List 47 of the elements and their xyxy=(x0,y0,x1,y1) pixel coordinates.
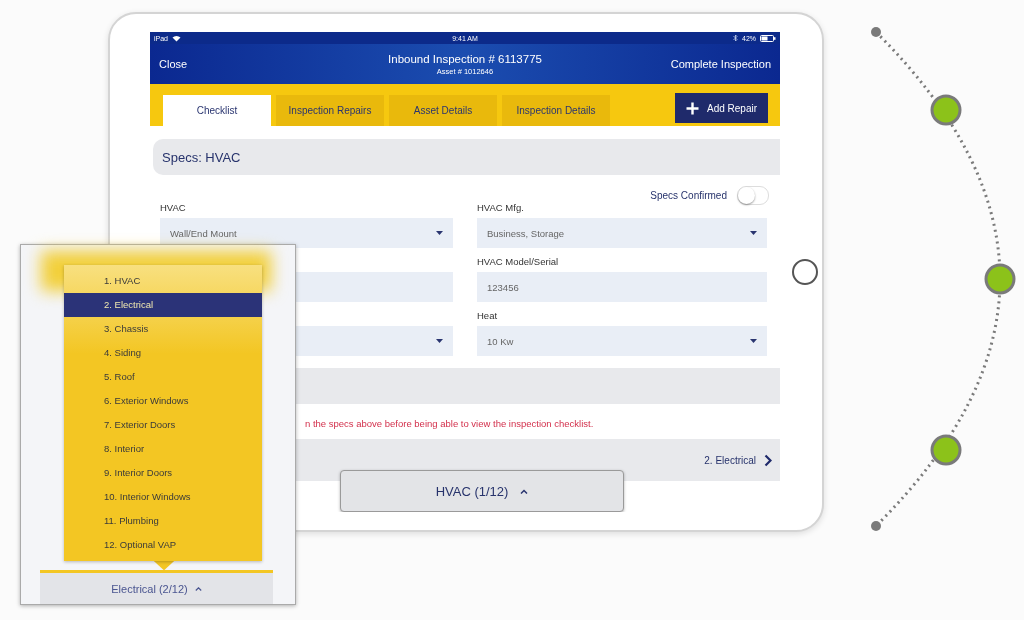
field-label: HVAC xyxy=(160,202,187,214)
caret-icon xyxy=(436,339,443,343)
battery-icon xyxy=(760,34,776,42)
section-picker-button[interactable]: Electrical (2/12) xyxy=(40,570,273,604)
menu-item[interactable]: 10. Interior Windows xyxy=(64,485,262,509)
field-label: HVAC Model/Serial xyxy=(477,256,560,268)
dropdown-field[interactable]: Business, Storage xyxy=(477,218,767,248)
menu-pointer-icon xyxy=(152,561,176,571)
field-label: Heat xyxy=(477,310,499,322)
complete-inspection-link[interactable]: Complete Inspection xyxy=(651,58,771,70)
menu-item[interactable]: 3. Chassis xyxy=(64,317,262,341)
add-repair-button[interactable]: Add Repair xyxy=(675,93,768,123)
menu-item[interactable]: 5. Roof xyxy=(64,365,262,389)
section-picker-button[interactable]: HVAC (1/12) xyxy=(340,470,624,512)
menu-item[interactable]: 6. Exterior Windows xyxy=(64,389,262,413)
bluetooth-icon xyxy=(733,34,738,42)
toggle-switch[interactable] xyxy=(737,185,769,205)
dropdown-field[interactable]: 10 Kw xyxy=(477,326,767,356)
input-field[interactable]: 123456 xyxy=(477,272,767,302)
caret-icon xyxy=(750,231,757,235)
caret-icon xyxy=(750,339,757,343)
home-button[interactable] xyxy=(792,259,818,285)
tab[interactable]: Inspection Repairs xyxy=(276,95,384,126)
wifi-icon xyxy=(172,34,181,42)
tab[interactable]: Checklist xyxy=(163,95,271,126)
dropdown-field[interactable]: Wall/End Mount xyxy=(160,218,453,248)
menu-item[interactable]: 4. Siding xyxy=(64,341,262,365)
caret-up-icon xyxy=(194,586,202,591)
warning-message: n the specs above before being able to view the inspection checklist. xyxy=(305,418,595,429)
field-label: HVAC Mfg. xyxy=(477,202,525,214)
menu-item[interactable]: 8. Interior xyxy=(64,437,262,461)
close-link[interactable]: Close xyxy=(159,58,279,70)
tab[interactable]: Inspection Details xyxy=(502,95,610,126)
specs-confirmed-label: Specs Confirmed xyxy=(650,189,727,201)
menu-item[interactable]: 2. Electrical xyxy=(64,293,262,317)
chevron-right-icon xyxy=(764,453,772,467)
inspection-title: Inbound Inspection # 6113775 xyxy=(388,52,542,65)
plus-icon xyxy=(686,101,699,115)
menu-item[interactable]: 7. Exterior Doors xyxy=(64,413,262,437)
caret-icon xyxy=(436,231,443,235)
menu-item[interactable]: 11. Plumbing xyxy=(64,509,262,533)
tab[interactable]: Asset Details xyxy=(389,95,497,126)
menu-item[interactable]: 9. Interior Doors xyxy=(64,461,262,485)
menu-item[interactable]: 12. Optional VAP xyxy=(64,533,262,557)
next-section-link[interactable]: 2. Electrical xyxy=(704,453,772,467)
section-title: Specs: HVAC xyxy=(162,149,241,165)
caret-up-icon xyxy=(520,488,529,494)
